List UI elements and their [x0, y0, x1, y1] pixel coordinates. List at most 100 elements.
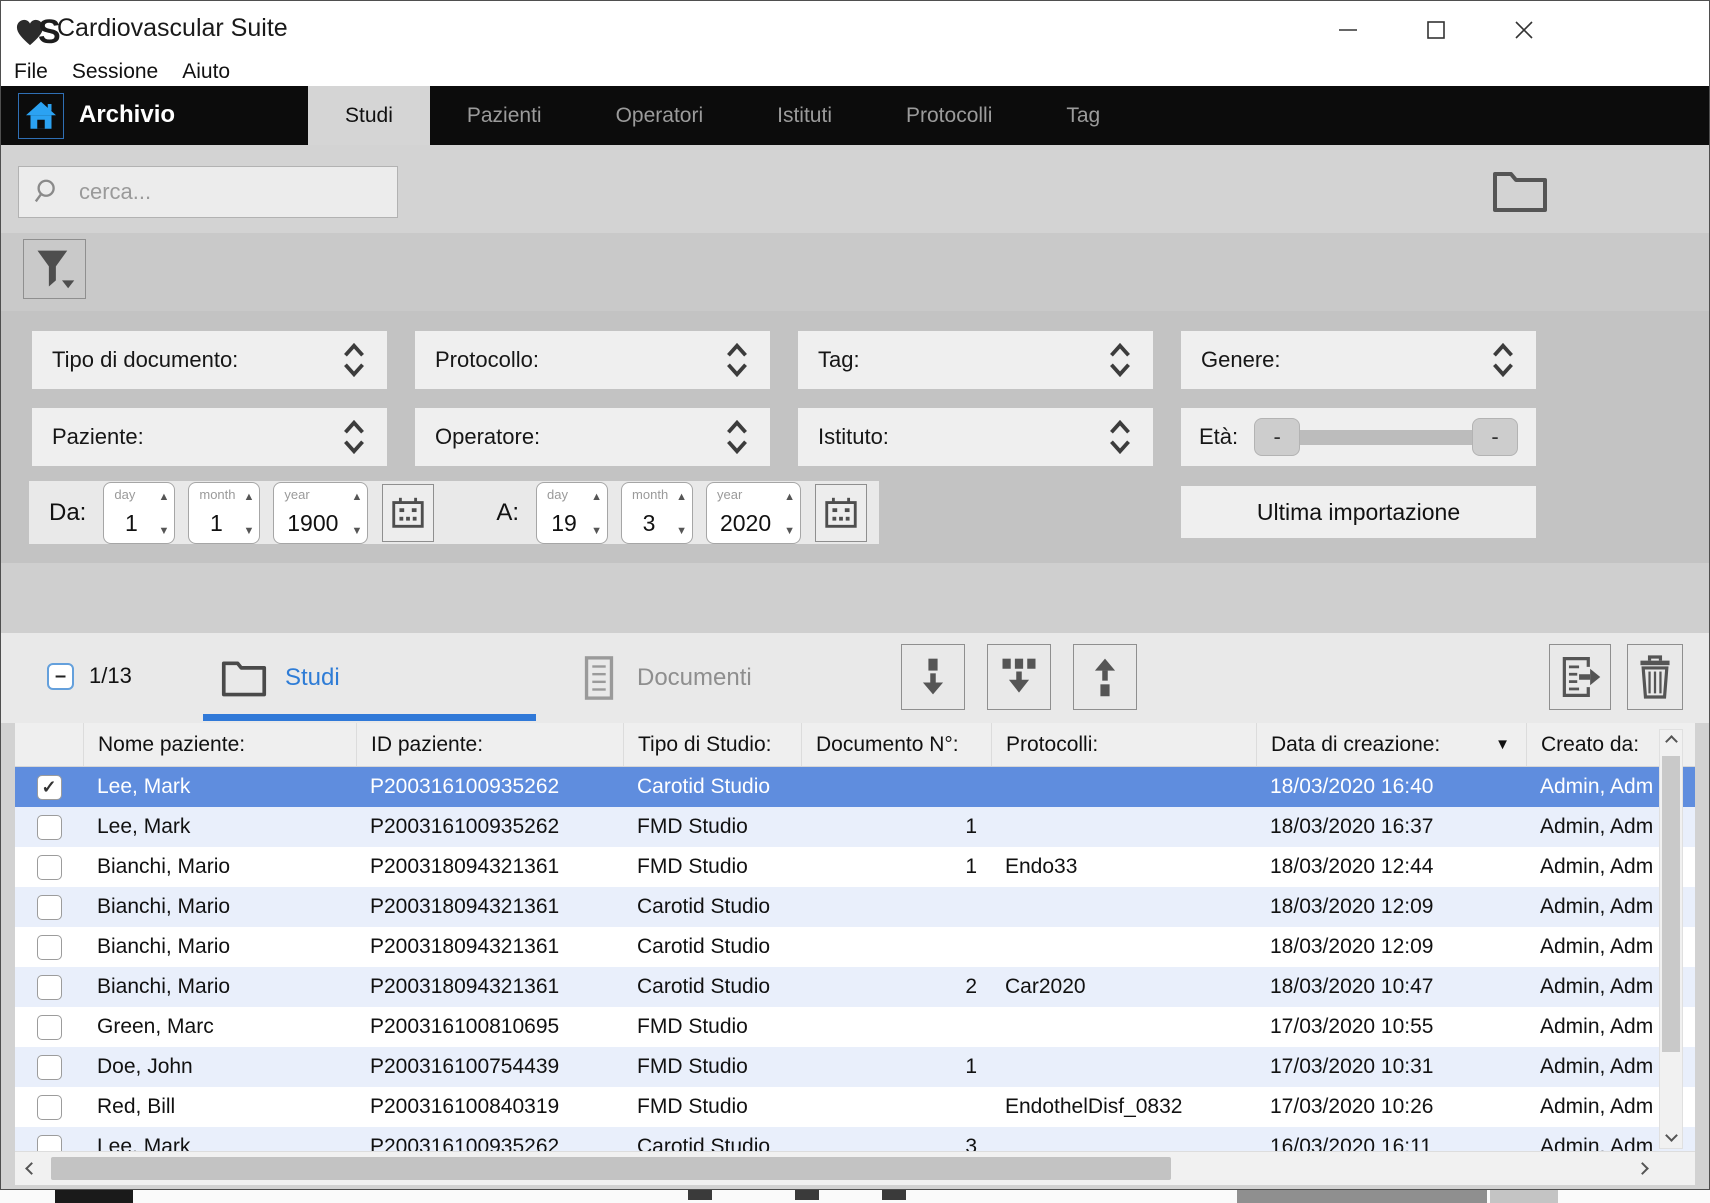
- row-checkbox[interactable]: [37, 935, 62, 960]
- row-checkbox[interactable]: [37, 1095, 62, 1120]
- maximize-button[interactable]: [1423, 17, 1449, 43]
- menu-aiuto[interactable]: Aiuto: [182, 60, 230, 84]
- cell-protocolli: [991, 1007, 1256, 1047]
- row-checkbox[interactable]: [37, 1055, 62, 1080]
- titlebar: S Cardiovascular Suite: [1, 1, 1709, 58]
- move-down-one-button[interactable]: [901, 644, 965, 710]
- table-row[interactable]: Bianchi, Mario P200318094321361 Carotid …: [15, 927, 1695, 967]
- row-checkbox[interactable]: [37, 815, 62, 840]
- row-checkbox[interactable]: [37, 855, 62, 880]
- combo-tag[interactable]: Tag:: [798, 331, 1153, 389]
- spinner-arrows-icon[interactable]: ▲▼: [784, 491, 795, 537]
- tab-pazienti[interactable]: Pazienti: [430, 86, 579, 145]
- column-nome-paziente[interactable]: Nome paziente:: [83, 723, 356, 766]
- menu-sessione[interactable]: Sessione: [72, 60, 158, 84]
- combo-tipo-documento[interactable]: Tipo di documento:: [32, 331, 387, 389]
- combo-label: Istituto:: [818, 424, 1107, 450]
- row-checkbox-cell: [15, 1047, 83, 1087]
- table-row[interactable]: Green, Marc P200316100810695 FMD Studio …: [15, 1007, 1695, 1047]
- search-input[interactable]: [79, 179, 379, 205]
- spinner-arrows-icon[interactable]: ▲▼: [591, 491, 602, 537]
- export-button[interactable]: [1549, 644, 1611, 710]
- age-filter: Età: - -: [1181, 408, 1536, 466]
- minimize-button[interactable]: [1335, 17, 1361, 43]
- date-to-month-spinner[interactable]: month 3 ▲▼: [621, 482, 693, 544]
- menu-file[interactable]: File: [14, 60, 48, 84]
- cell-protocolli: [991, 1127, 1256, 1151]
- scroll-left-icon[interactable]: [27, 1164, 36, 1173]
- age-label: Età:: [1199, 424, 1238, 450]
- last-import-button[interactable]: Ultima importazione: [1181, 486, 1536, 538]
- spinner-arrows-icon[interactable]: ▲▼: [676, 491, 687, 537]
- table-row[interactable]: ✓ Lee, Mark P200316100935262 Carotid Stu…: [15, 767, 1695, 807]
- table-row[interactable]: Bianchi, Mario P200318094321361 Carotid …: [15, 887, 1695, 927]
- cell-documento-n: [801, 887, 991, 927]
- combo-istituto[interactable]: Istituto:: [798, 408, 1153, 466]
- sort-desc-icon[interactable]: ▼: [1495, 723, 1510, 766]
- close-button[interactable]: [1511, 17, 1537, 43]
- table-row[interactable]: Doe, John P200316100754439 FMD Studio 1 …: [15, 1047, 1695, 1087]
- row-checkbox[interactable]: [37, 1135, 62, 1152]
- column-documento-n[interactable]: Documento N°:: [801, 723, 991, 766]
- table-row[interactable]: Bianchi, Mario P200318094321361 Carotid …: [15, 967, 1695, 1007]
- table-row[interactable]: Lee, Mark P200316100935262 Carotid Studi…: [15, 1127, 1695, 1151]
- scroll-up-icon[interactable]: [1665, 735, 1678, 748]
- date-to-day-spinner[interactable]: day 19 ▲▼: [536, 482, 608, 544]
- column-label: Data di creazione:: [1271, 733, 1440, 756]
- move-down-all-button[interactable]: [987, 644, 1051, 710]
- row-checkbox[interactable]: ✓: [37, 775, 62, 800]
- spinner-arrows-icon[interactable]: ▲▼: [351, 491, 362, 537]
- window-title: Cardiovascular Suite: [57, 14, 288, 43]
- age-range-slider[interactable]: - -: [1254, 417, 1518, 457]
- date-to-calendar-button[interactable]: [815, 484, 867, 542]
- table-row[interactable]: Lee, Mark P200316100935262 FMD Studio 1 …: [15, 807, 1695, 847]
- spinner-arrows-icon[interactable]: ▲▼: [243, 491, 254, 537]
- app-window: S Cardiovascular Suite File Sessione Aiu…: [0, 0, 1710, 1190]
- date-to-label: A:: [496, 499, 519, 527]
- move-up-button[interactable]: [1073, 644, 1137, 710]
- date-from-day-spinner[interactable]: day 1 ▲▼: [103, 482, 175, 544]
- horizontal-scroll-thumb[interactable]: [51, 1157, 1171, 1180]
- table-row[interactable]: Red, Bill P200316100840319 FMD Studio En…: [15, 1087, 1695, 1127]
- spinner-arrows-icon[interactable]: ▲▼: [158, 491, 169, 537]
- row-checkbox[interactable]: [37, 895, 62, 920]
- tab-tag[interactable]: Tag: [1029, 86, 1137, 145]
- vertical-scrollbar[interactable]: [1659, 729, 1683, 1149]
- combo-operatore[interactable]: Operatore:: [415, 408, 770, 466]
- horizontal-scrollbar[interactable]: [15, 1151, 1695, 1185]
- chevrons-updown-icon: [1107, 341, 1133, 379]
- date-from-month-spinner[interactable]: month 1 ▲▼: [188, 482, 260, 544]
- results-tab-studi[interactable]: Studi: [203, 633, 536, 723]
- row-checkbox[interactable]: [37, 975, 62, 1000]
- scroll-down-icon[interactable]: [1665, 1129, 1678, 1142]
- age-max-handle[interactable]: -: [1472, 418, 1518, 456]
- calendar-icon: [822, 494, 860, 532]
- tab-studi[interactable]: Studi: [308, 86, 430, 145]
- filter-button[interactable]: [23, 239, 86, 299]
- row-checkbox[interactable]: [37, 1015, 62, 1040]
- table-row[interactable]: Bianchi, Mario P200318094321361 FMD Stud…: [15, 847, 1695, 887]
- cell-nome-paziente: Bianchi, Mario: [83, 847, 356, 887]
- date-from-calendar-button[interactable]: [382, 484, 434, 542]
- vertical-scroll-thumb[interactable]: [1662, 756, 1680, 1052]
- filter-toolbar: [1, 233, 1709, 311]
- combo-genere[interactable]: Genere:: [1181, 331, 1536, 389]
- column-id-paziente[interactable]: ID paziente:: [356, 723, 623, 766]
- date-to-year-spinner[interactable]: year 2020 ▲▼: [706, 482, 801, 544]
- age-min-handle[interactable]: -: [1254, 418, 1300, 456]
- select-all-checkbox[interactable]: –: [47, 663, 74, 690]
- column-protocolli[interactable]: Protocolli:: [991, 723, 1256, 766]
- column-tipo-studio[interactable]: Tipo di Studio:: [623, 723, 801, 766]
- combo-protocollo[interactable]: Protocollo:: [415, 331, 770, 389]
- column-data-creazione[interactable]: Data di creazione: ▼: [1256, 723, 1526, 766]
- combo-paziente[interactable]: Paziente:: [32, 408, 387, 466]
- tab-operatori[interactable]: Operatori: [579, 86, 741, 145]
- delete-button[interactable]: [1627, 644, 1683, 710]
- tab-protocolli[interactable]: Protocolli: [869, 86, 1029, 145]
- date-from-year-spinner[interactable]: year 1900 ▲▼: [273, 482, 368, 544]
- results-tab-documenti[interactable]: Documenti: [561, 633, 811, 723]
- open-archive-button[interactable]: [1489, 167, 1551, 215]
- scroll-right-icon[interactable]: [1638, 1164, 1647, 1173]
- tab-istituti[interactable]: Istituti: [740, 86, 869, 145]
- home-button[interactable]: [18, 93, 64, 139]
